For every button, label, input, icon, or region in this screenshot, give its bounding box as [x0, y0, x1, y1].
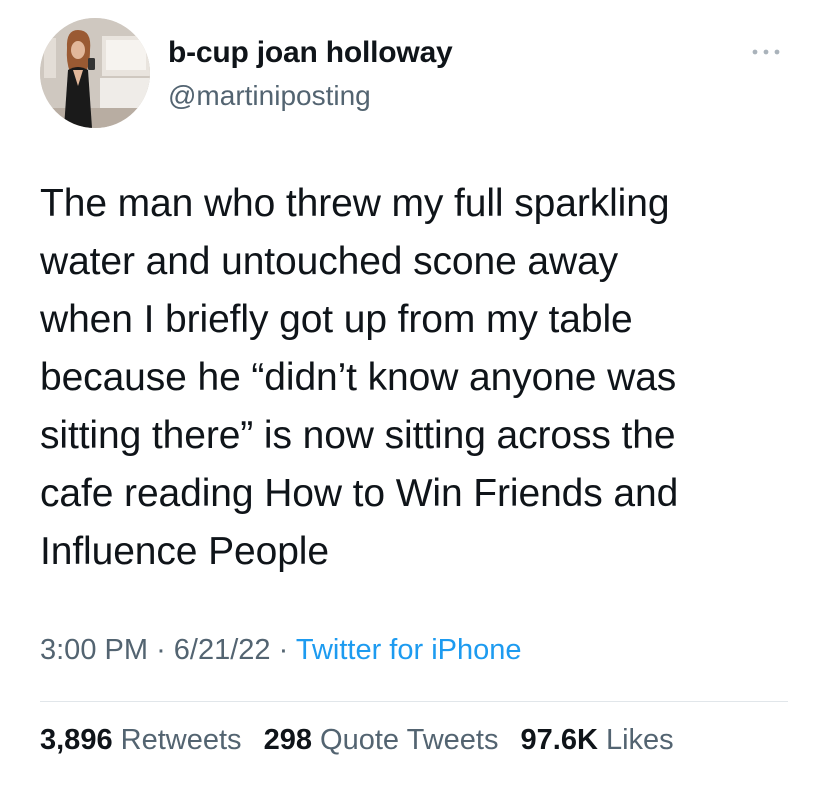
quote-tweets-label: Quote Tweets: [320, 724, 499, 756]
tweet: b-cup joan holloway @martiniposting The …: [0, 0, 828, 786]
likes-label: Likes: [605, 724, 674, 756]
ellipsis-icon: [752, 49, 780, 55]
more-options-button[interactable]: [748, 40, 784, 64]
tweet-metadata: 3:00 PM · 6/21/22 · Twitter for iPhone: [40, 634, 522, 667]
tweet-text: The man who threw my full sparkling wate…: [40, 182, 679, 573]
meta-separator: ·: [278, 634, 289, 666]
avatar[interactable]: [40, 18, 150, 128]
divider: [40, 701, 788, 702]
handle[interactable]: @martiniposting: [168, 80, 371, 112]
quote-tweets-stat[interactable]: 298 Quote Tweets: [264, 724, 499, 756]
tweet-date[interactable]: 6/21/22: [174, 634, 271, 666]
tweet-time[interactable]: 3:00 PM: [40, 634, 148, 666]
retweets-count: 3,896: [40, 724, 113, 756]
meta-separator: ·: [156, 634, 166, 666]
profile-photo: [40, 18, 150, 128]
engagement-stats: 3,896 Retweets 298 Quote Tweets 97.6K Li…: [40, 724, 688, 757]
retweets-label: Retweets: [120, 724, 242, 756]
retweets-stat[interactable]: 3,896 Retweets: [40, 724, 242, 756]
tweet-source-link[interactable]: Twitter for iPhone: [296, 634, 522, 666]
display-name[interactable]: b-cup joan holloway: [168, 36, 453, 70]
quote-tweets-count: 298: [263, 724, 312, 756]
likes-count: 97.6K: [520, 724, 598, 756]
likes-stat[interactable]: 97.6K Likes: [521, 724, 674, 756]
